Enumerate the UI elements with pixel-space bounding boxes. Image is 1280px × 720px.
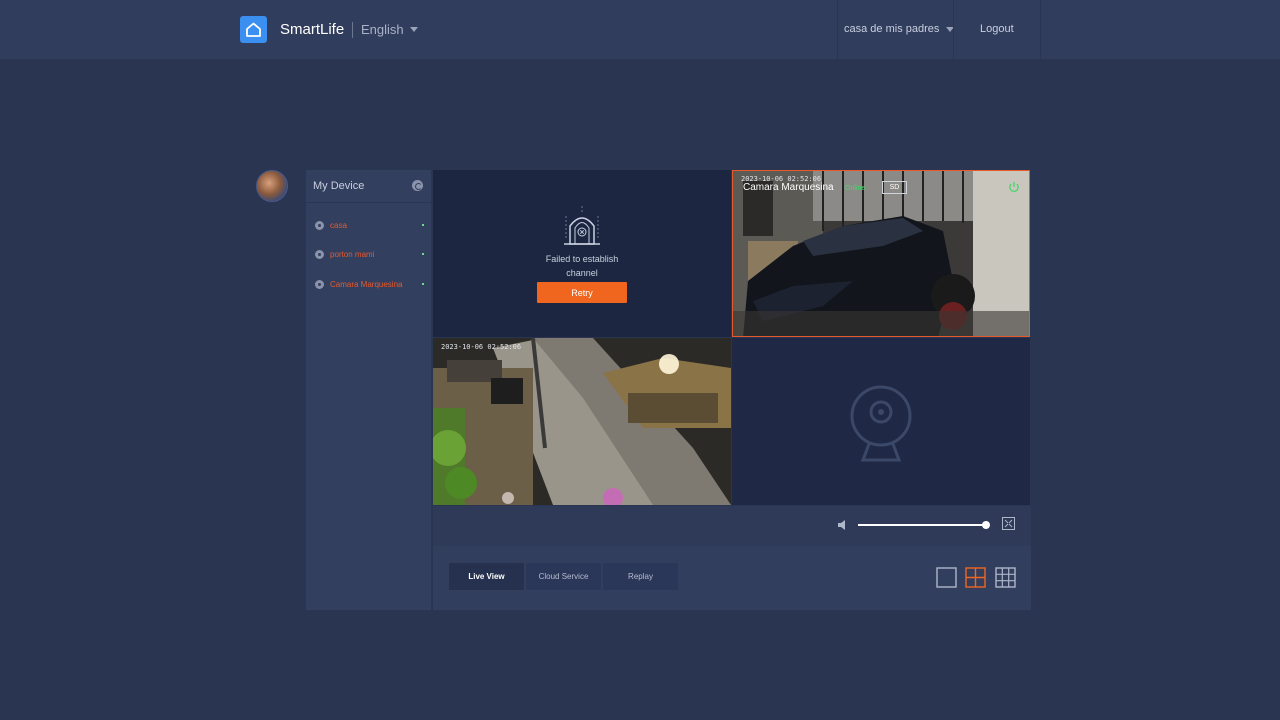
online-dot-icon [422,224,424,226]
camera-feed-marquesina [733,171,1029,336]
device-label: casa [330,220,347,230]
volume-icon[interactable] [837,519,849,531]
timestamp-overlay: 2023-10-06 02:52:06 [441,343,522,351]
camera-status: Online [845,185,866,192]
device-item-porton-mami[interactable]: porton mami [306,244,431,264]
volume-slider-handle[interactable] [982,521,990,529]
logout-button[interactable]: Logout [980,23,1014,35]
sidebar-title: My Device [313,180,365,192]
player-controls [433,506,1031,546]
video-cell-3[interactable]: 2023-10-06 02:52:06 [433,338,731,505]
brand-divider [352,22,353,38]
retry-button[interactable]: Retry [537,282,627,303]
tab-live-view[interactable]: Live View [449,563,524,590]
device-sidebar: My Device casa porton mami Camara Marque… [306,170,431,610]
video-cell-2[interactable]: 2023-10-06 02:52:06 Camara Marquesina On… [732,170,1030,337]
layout-single-icon[interactable] [936,567,957,588]
camera-feed-street [433,338,731,505]
video-grid: Failed to establish channel Retry 2023-1… [433,170,1031,506]
language-dropdown[interactable]: English [361,22,418,37]
bottom-toolbar: Live View Cloud Service Replay [433,546,1031,610]
error-message: Failed to establish channel [545,254,619,278]
tab-cloud-service[interactable]: Cloud Service [526,563,601,590]
layout-quad-icon[interactable] [965,567,986,588]
volume-slider-track[interactable] [858,524,986,526]
chevron-down-icon [409,27,418,32]
camera-icon [315,220,324,230]
camera-icon [315,279,324,289]
device-label: Camara Marquesina [330,279,403,289]
camera-placeholder-icon [850,385,912,462]
camera-offline-icon [564,206,600,245]
video-cell-1[interactable]: Failed to establish channel Retry [433,170,731,337]
refresh-icon[interactable] [412,180,423,191]
online-dot-icon [422,283,424,285]
device-item-camara-marquesina[interactable]: Camara Marquesina [306,274,431,294]
online-dot-icon [422,253,424,255]
camera-name: Camara Marquesina [743,182,834,193]
language-label: English [361,22,404,37]
camera-icon [315,249,324,259]
header-divider [837,0,838,60]
home-dropdown[interactable]: casa de mis padres [844,23,955,35]
device-label: porton mami [330,249,375,259]
video-cell-4[interactable] [732,338,1030,505]
avatar[interactable] [256,170,288,202]
home-label: casa de mis padres [844,23,940,35]
device-item-casa[interactable]: casa [306,215,431,235]
quality-toggle-button[interactable]: SD [882,181,907,194]
layout-nine-icon[interactable] [995,567,1016,588]
brand-name: SmartLife [280,21,345,38]
sidebar-header: My Device [306,170,431,203]
top-header: SmartLife English casa de mis padres Log… [0,0,1280,60]
tab-replay[interactable]: Replay [603,563,678,590]
fullscreen-icon[interactable] [1002,517,1015,530]
header-divider [953,0,954,60]
smartlife-logo-icon[interactable] [240,16,267,43]
power-icon[interactable] [1008,181,1020,193]
header-divider [1040,0,1041,60]
